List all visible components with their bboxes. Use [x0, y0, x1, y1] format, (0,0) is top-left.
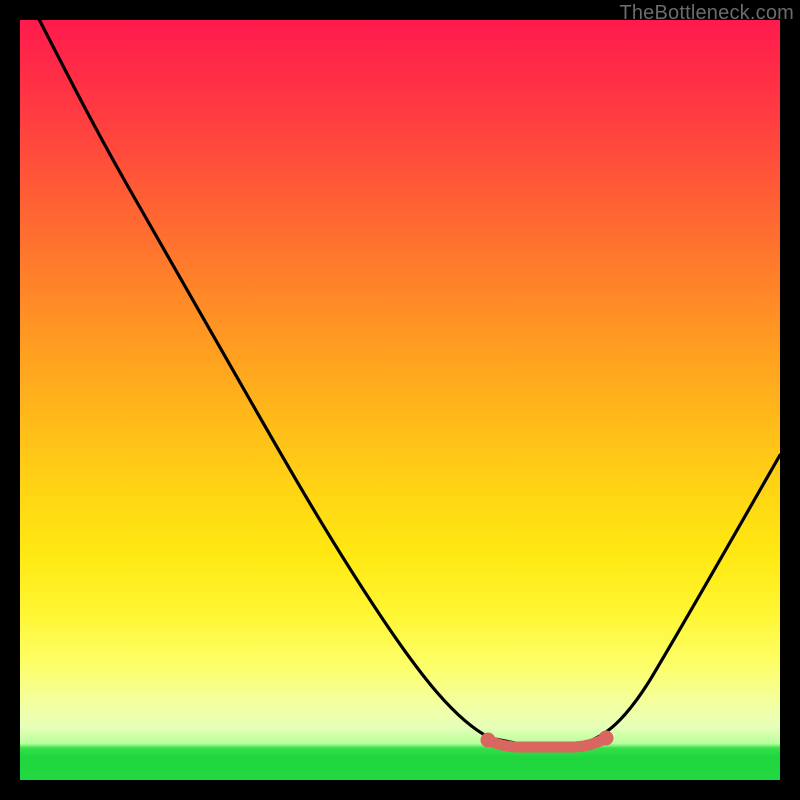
bottleneck-curve — [20, 0, 780, 744]
chart-svg — [20, 20, 780, 780]
flat-min-segment — [488, 738, 606, 747]
flat-min-left-marker — [481, 733, 496, 748]
flat-min-right-marker — [599, 731, 614, 746]
chart-frame — [20, 20, 780, 780]
watermark-text: TheBottleneck.com — [619, 2, 794, 25]
